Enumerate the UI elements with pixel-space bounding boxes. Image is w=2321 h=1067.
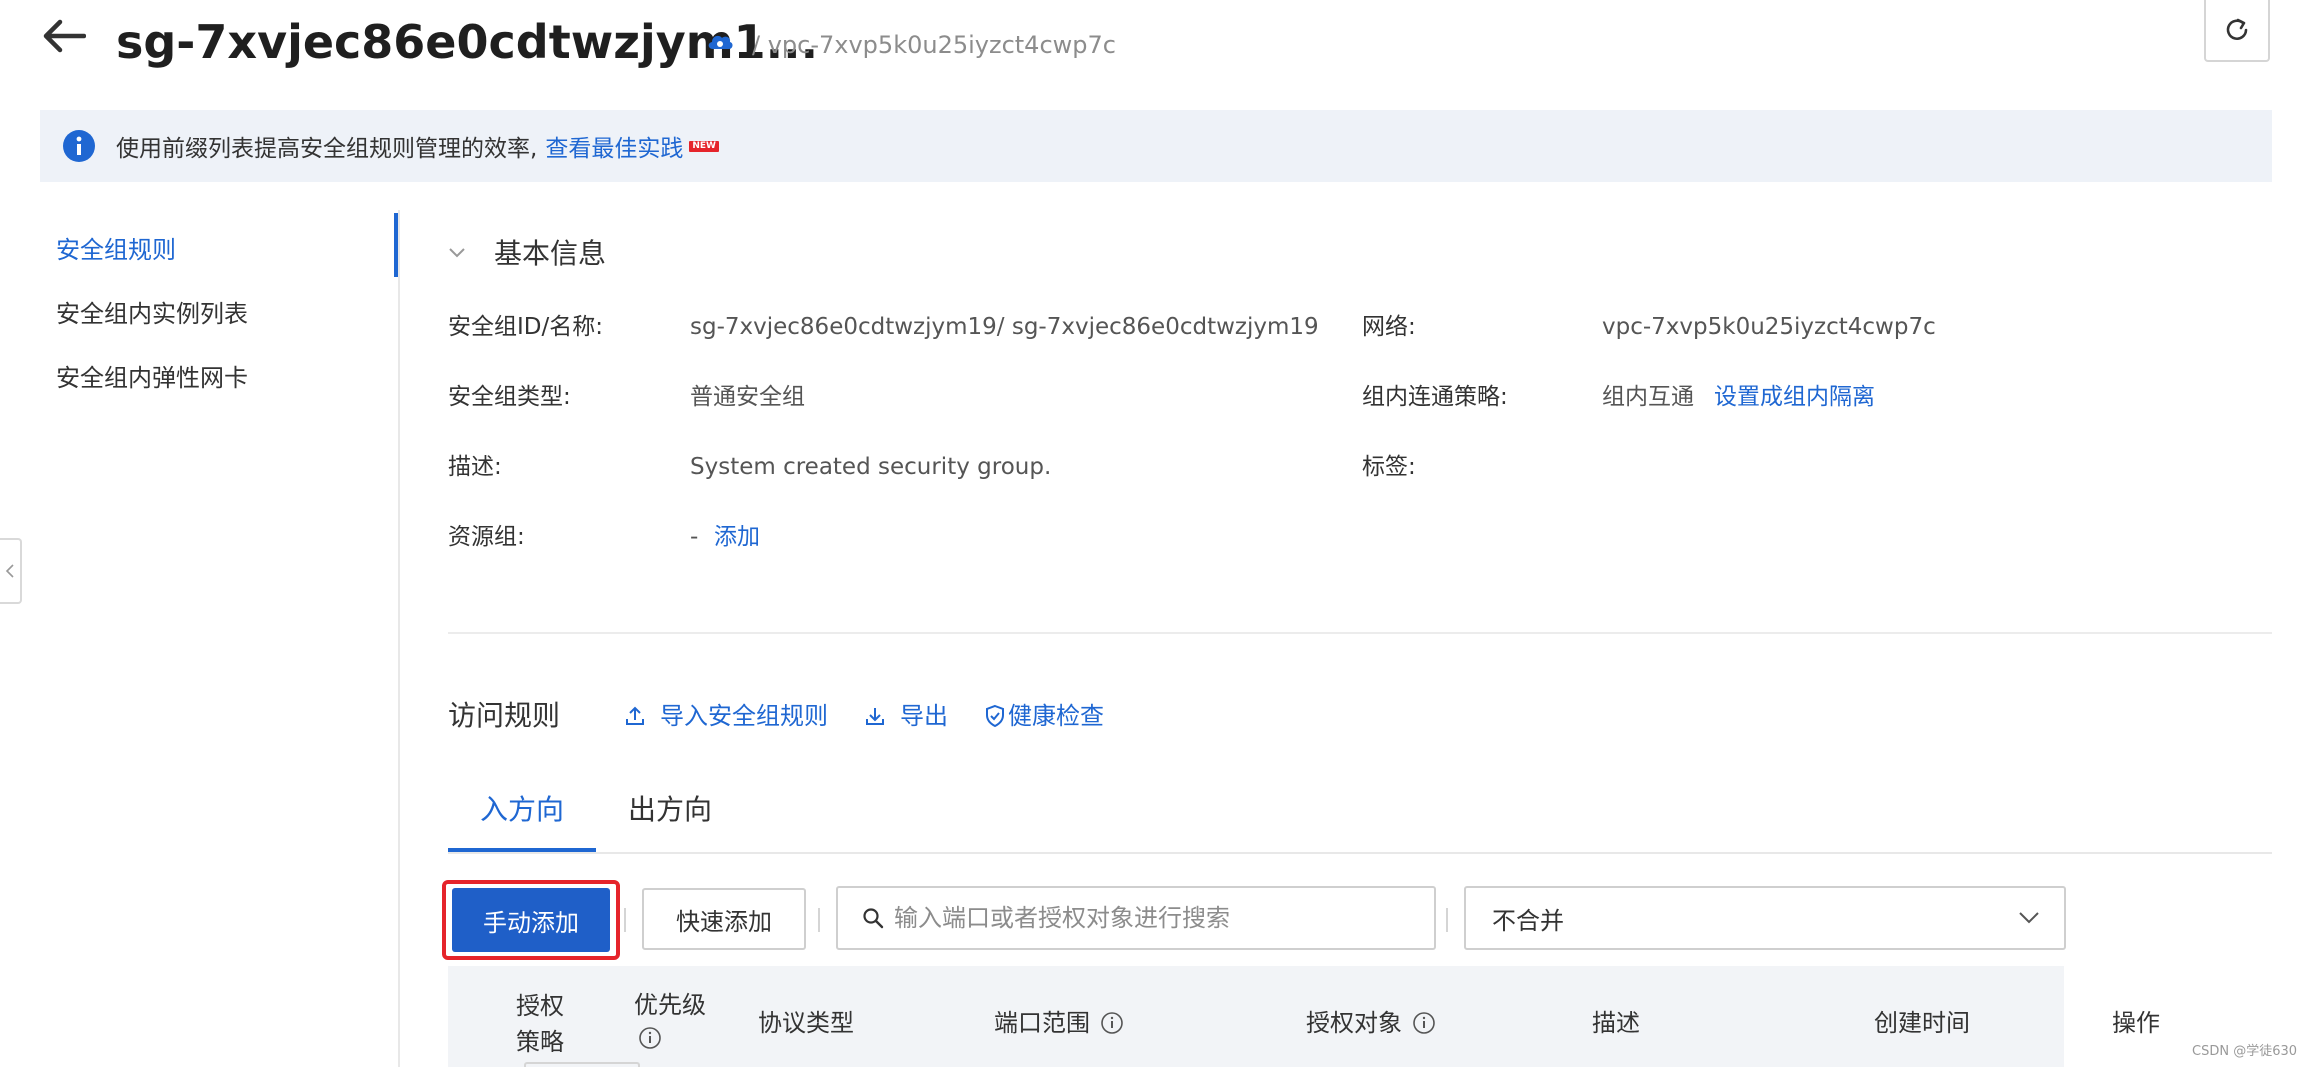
- merge-select[interactable]: 不合并: [1464, 886, 2066, 950]
- health-check-label: 健康检查: [1008, 702, 1104, 730]
- watermark: CSDN @学徒630: [2192, 1044, 2298, 1059]
- merge-select-value: 不合并: [1492, 906, 1564, 935]
- resource-group-label: 资源组:: [448, 524, 525, 550]
- sg-id-value: sg-7xvjec86e0cdtwzjym19/ sg-7xvjec86e0cd…: [690, 314, 1319, 340]
- nav-item-enis[interactable]: 安全组内弹性网卡: [56, 358, 248, 393]
- col-created-time: 创建时间: [1874, 1009, 1970, 1037]
- add-resource-group-link[interactable]: 添加: [714, 520, 760, 554]
- export-link[interactable]: 导出: [864, 700, 948, 732]
- vpc-breadcrumb[interactable]: / vpc-7xvp5k0u25iyzct4cwp7c: [752, 28, 1116, 62]
- nav-item-sg-rules[interactable]: 安全组规则: [56, 230, 176, 265]
- nav-divider: [398, 210, 400, 1067]
- desc-label: 描述:: [448, 454, 502, 480]
- col-target-wrap: 授权对象: [1306, 1006, 1436, 1040]
- notice-banner: 使用前缀列表提高安全组规则管理的效率, 查看最佳实践 NEW: [40, 110, 2272, 182]
- section-divider: [448, 632, 2272, 634]
- basic-info-toggle[interactable]: 基本信息: [446, 232, 606, 272]
- chevron-left-icon: [5, 564, 14, 578]
- col-operations: 操作: [2112, 1009, 2160, 1037]
- info-circle-icon[interactable]: [638, 1026, 662, 1050]
- policy-filter-stub[interactable]: [524, 1062, 640, 1067]
- col-protocol: 协议类型: [758, 1009, 854, 1037]
- policy-label: 组内连通策略:: [1362, 384, 1508, 410]
- import-rules-link[interactable]: 导入安全组规则: [624, 700, 828, 732]
- col-policy: 授权策略: [516, 992, 564, 1056]
- tags-label: 标签:: [1362, 454, 1416, 480]
- download-icon: [866, 708, 884, 725]
- rule-search-box[interactable]: [836, 886, 1436, 950]
- refresh-button[interactable]: [2204, 0, 2270, 62]
- col-port: 端口范围: [994, 1009, 1090, 1037]
- col-priority: 优先级: [634, 991, 706, 1019]
- info-circle-icon[interactable]: [1100, 1011, 1124, 1035]
- cloud-icon: [706, 30, 734, 52]
- quick-add-button[interactable]: 快速添加: [642, 888, 806, 950]
- tab-inbound[interactable]: 入方向: [480, 790, 564, 830]
- network-label: 网络:: [1362, 314, 1416, 340]
- toolbar-separator: [818, 908, 820, 932]
- shield-check-icon: [986, 704, 1004, 728]
- refresh-icon: [2226, 18, 2248, 40]
- sg-type-label: 安全组类型:: [448, 384, 571, 410]
- toolbar-separator: [1446, 908, 1448, 932]
- export-label: 导出: [900, 702, 948, 730]
- notice-text: 使用前缀列表提高安全组规则管理的效率,: [116, 136, 538, 162]
- upload-icon: [626, 706, 644, 725]
- set-isolation-link[interactable]: 设置成组内隔离: [1714, 380, 1875, 414]
- health-check-link[interactable]: 健康检查: [984, 700, 1104, 732]
- col-target: 授权对象: [1306, 1009, 1402, 1037]
- policy-value: 组内互通: [1602, 384, 1694, 410]
- import-rules-label: 导入安全组规则: [660, 702, 828, 730]
- desc-value: System created security group.: [690, 454, 1052, 480]
- resource-group-value: -: [690, 524, 699, 550]
- access-rules-title: 访问规则: [448, 699, 561, 732]
- tab-baseline: [448, 852, 2272, 854]
- info-circle-icon[interactable]: [1412, 1011, 1436, 1035]
- network-value: vpc-7xvp5k0u25iyzct4cwp7c: [1602, 314, 1936, 340]
- col-port-wrap: 端口范围: [994, 1006, 1124, 1040]
- toolbar-separator: [624, 908, 626, 932]
- chevron-down-icon: [2019, 912, 2039, 924]
- nav-item-instances[interactable]: 安全组内实例列表: [56, 294, 248, 329]
- manual-add-button[interactable]: 手动添加: [452, 888, 610, 952]
- info-icon: [62, 129, 96, 163]
- new-badge: NEW: [689, 140, 719, 152]
- sg-type-value: 普通安全组: [690, 384, 805, 410]
- search-icon: [863, 908, 884, 929]
- col-description: 描述: [1592, 1009, 1640, 1037]
- sg-id-label: 安全组ID/名称:: [448, 314, 603, 340]
- back-arrow-icon[interactable]: [38, 10, 90, 62]
- chevron-down-icon: [446, 241, 468, 263]
- sidebar-collapse-handle[interactable]: [0, 538, 22, 604]
- tab-active-indicator: [448, 848, 596, 852]
- best-practice-link[interactable]: 查看最佳实践: [545, 129, 683, 163]
- col-priority-wrap: 优先级: [634, 988, 706, 1050]
- rule-search-input[interactable]: [894, 904, 1434, 932]
- basic-info-title: 基本信息: [494, 237, 607, 270]
- tab-outbound[interactable]: 出方向: [628, 790, 712, 830]
